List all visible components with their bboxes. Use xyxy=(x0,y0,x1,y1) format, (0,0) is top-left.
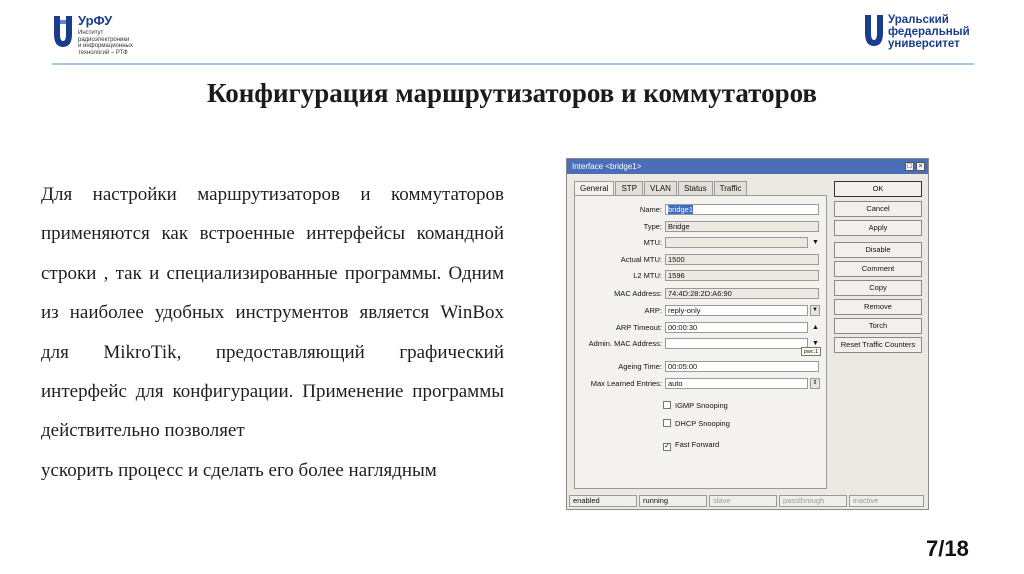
window-title-bar[interactable]: Interface <bridge1> xyxy=(567,159,928,174)
ok-button[interactable]: OK xyxy=(834,181,922,197)
urfu-emblem-icon xyxy=(54,16,72,47)
l2-mtu-row: L2 MTU: 1596 xyxy=(575,270,828,282)
ageing-time-row: Ageing Time: 00:05:00 xyxy=(575,361,828,373)
status-enabled: enabled xyxy=(569,495,637,507)
university-emblem-icon xyxy=(865,15,883,46)
fast-forward-checkbox[interactable]: ✓ Fast Forward xyxy=(663,439,719,451)
admin-mac-input[interactable] xyxy=(665,338,808,349)
header-divider xyxy=(52,63,974,65)
arp-dropdown-icon[interactable]: ▼ xyxy=(810,305,820,316)
slide-title: Конфигурация маршрутизаторов и коммутато… xyxy=(206,78,817,108)
tab-general[interactable]: General xyxy=(574,181,615,196)
status-bar: enabled running slave passthrough inacti… xyxy=(569,495,926,508)
page-number: 7/18 xyxy=(926,536,969,561)
l2-mtu-value: 1596 xyxy=(665,270,819,281)
copy-button[interactable]: Copy xyxy=(834,280,922,296)
cancel-button[interactable]: Cancel xyxy=(834,201,922,217)
name-input[interactable]: bridge1 xyxy=(665,204,819,215)
remove-button[interactable]: Remove xyxy=(834,299,922,315)
university-name-line: федеральный xyxy=(888,26,970,38)
disable-button[interactable]: Disable xyxy=(834,242,922,258)
general-tab-panel: Name: bridge1 Type: Bridge MTU: ▼ Actual… xyxy=(574,195,827,489)
status-passthrough: passthrough xyxy=(779,495,847,507)
ageing-time-input[interactable]: 00:05:00 xyxy=(665,361,819,372)
dhcp-snooping-checkbox[interactable]: DHCP Snooping xyxy=(663,418,730,429)
status-running: running xyxy=(639,495,707,507)
mtu-row: MTU: ▼ xyxy=(575,237,828,249)
slide-paragraph: Для настройки маршрутизаторов и коммутат… xyxy=(41,175,504,490)
tab-stp[interactable]: STP xyxy=(615,181,644,195)
urfu-brand: УрФУ xyxy=(78,13,113,28)
mtu-label: MTU: xyxy=(643,238,662,247)
institute-name: Институт радиоэлектроники и информационн… xyxy=(78,30,133,56)
torch-button[interactable]: Torch xyxy=(834,318,922,334)
type-row: Type: Bridge xyxy=(575,221,828,233)
max-learned-row: Max Learned Entries: auto ⇕ xyxy=(575,378,828,390)
status-slave: slave xyxy=(709,495,777,507)
ageing-time-label: Ageing Time: xyxy=(618,362,662,371)
max-learned-label: Max Learned Entries: xyxy=(590,379,662,388)
actual-mtu-value: 1500 xyxy=(665,254,819,265)
university-name-line: Уральский xyxy=(888,14,949,26)
winbox-interface-window: Interface <bridge1> □ × General STP VLAN… xyxy=(566,158,929,510)
max-learned-stepper-icon[interactable]: ⇕ xyxy=(810,378,820,389)
window-title: Interface <bridge1> xyxy=(572,162,642,171)
tab-vlan[interactable]: VLAN xyxy=(644,181,677,195)
mac-row: MAC Address: 74:4D:28:2D:A6:90 xyxy=(575,288,828,300)
name-row: Name: bridge1 xyxy=(575,204,828,216)
comment-button[interactable]: Comment xyxy=(834,261,922,277)
maximize-icon[interactable]: □ xyxy=(905,162,914,171)
tab-traffic[interactable]: Traffic xyxy=(713,181,748,195)
igmp-snooping-checkbox[interactable]: IGMP Snooping xyxy=(663,400,728,411)
mtu-input[interactable] xyxy=(665,237,808,248)
mac-value: 74:4D:28:2D:A6:90 xyxy=(665,288,819,299)
actual-mtu-label: Actual MTU: xyxy=(620,255,662,264)
tab-bar: General STP VLAN Status Traffic xyxy=(574,181,748,196)
university-name-line: университет xyxy=(888,38,960,50)
admin-mac-row: Admin. MAC Address: ▼ xyxy=(575,338,828,350)
arp-timeout-row: ARP Timeout: 00:00:30 ▲ xyxy=(575,322,828,334)
tooltip: pwc.1 xyxy=(801,347,821,356)
status-inactive: inactive xyxy=(849,495,924,507)
arp-select[interactable]: reply-only xyxy=(665,305,808,316)
chevron-up-icon[interactable]: ▲ xyxy=(812,323,819,332)
name-label: Name: xyxy=(639,205,662,214)
reset-traffic-counters-button[interactable]: Reset Traffic Counters xyxy=(834,337,922,353)
type-label: Type: xyxy=(643,222,662,231)
urfu-logo-right: Уральский федеральный университет xyxy=(864,14,970,50)
admin-mac-label: Admin. MAC Address: xyxy=(588,339,662,348)
checkmark-icon[interactable]: ✓ xyxy=(663,443,671,451)
arp-row: ARP: reply-only ▼ xyxy=(575,305,828,317)
paragraph-last-line: ускорить процесс и сделать его более наг… xyxy=(41,459,437,481)
paragraph-main: Для настройки маршрутизаторов и коммутат… xyxy=(41,184,504,442)
checkbox-icon[interactable] xyxy=(663,419,671,427)
checkbox-icon[interactable] xyxy=(663,401,671,409)
l2-mtu-label: L2 MTU: xyxy=(633,271,662,280)
urfu-logo-left: УрФУ Институт радиоэлектроники и информа… xyxy=(52,14,133,56)
arp-timeout-input[interactable]: 00:00:30 xyxy=(665,322,808,333)
mac-label: MAC Address: xyxy=(614,289,662,298)
chevron-down-icon[interactable]: ▼ xyxy=(812,238,819,247)
close-icon[interactable]: × xyxy=(916,162,925,171)
arp-timeout-label: ARP Timeout: xyxy=(615,323,662,332)
apply-button[interactable]: Apply xyxy=(834,220,922,236)
max-learned-input[interactable]: auto xyxy=(665,378,808,389)
type-value: Bridge xyxy=(665,221,819,232)
arp-label: ARP: xyxy=(644,306,662,315)
actual-mtu-row: Actual MTU: 1500 xyxy=(575,254,828,266)
tab-status[interactable]: Status xyxy=(677,181,713,195)
